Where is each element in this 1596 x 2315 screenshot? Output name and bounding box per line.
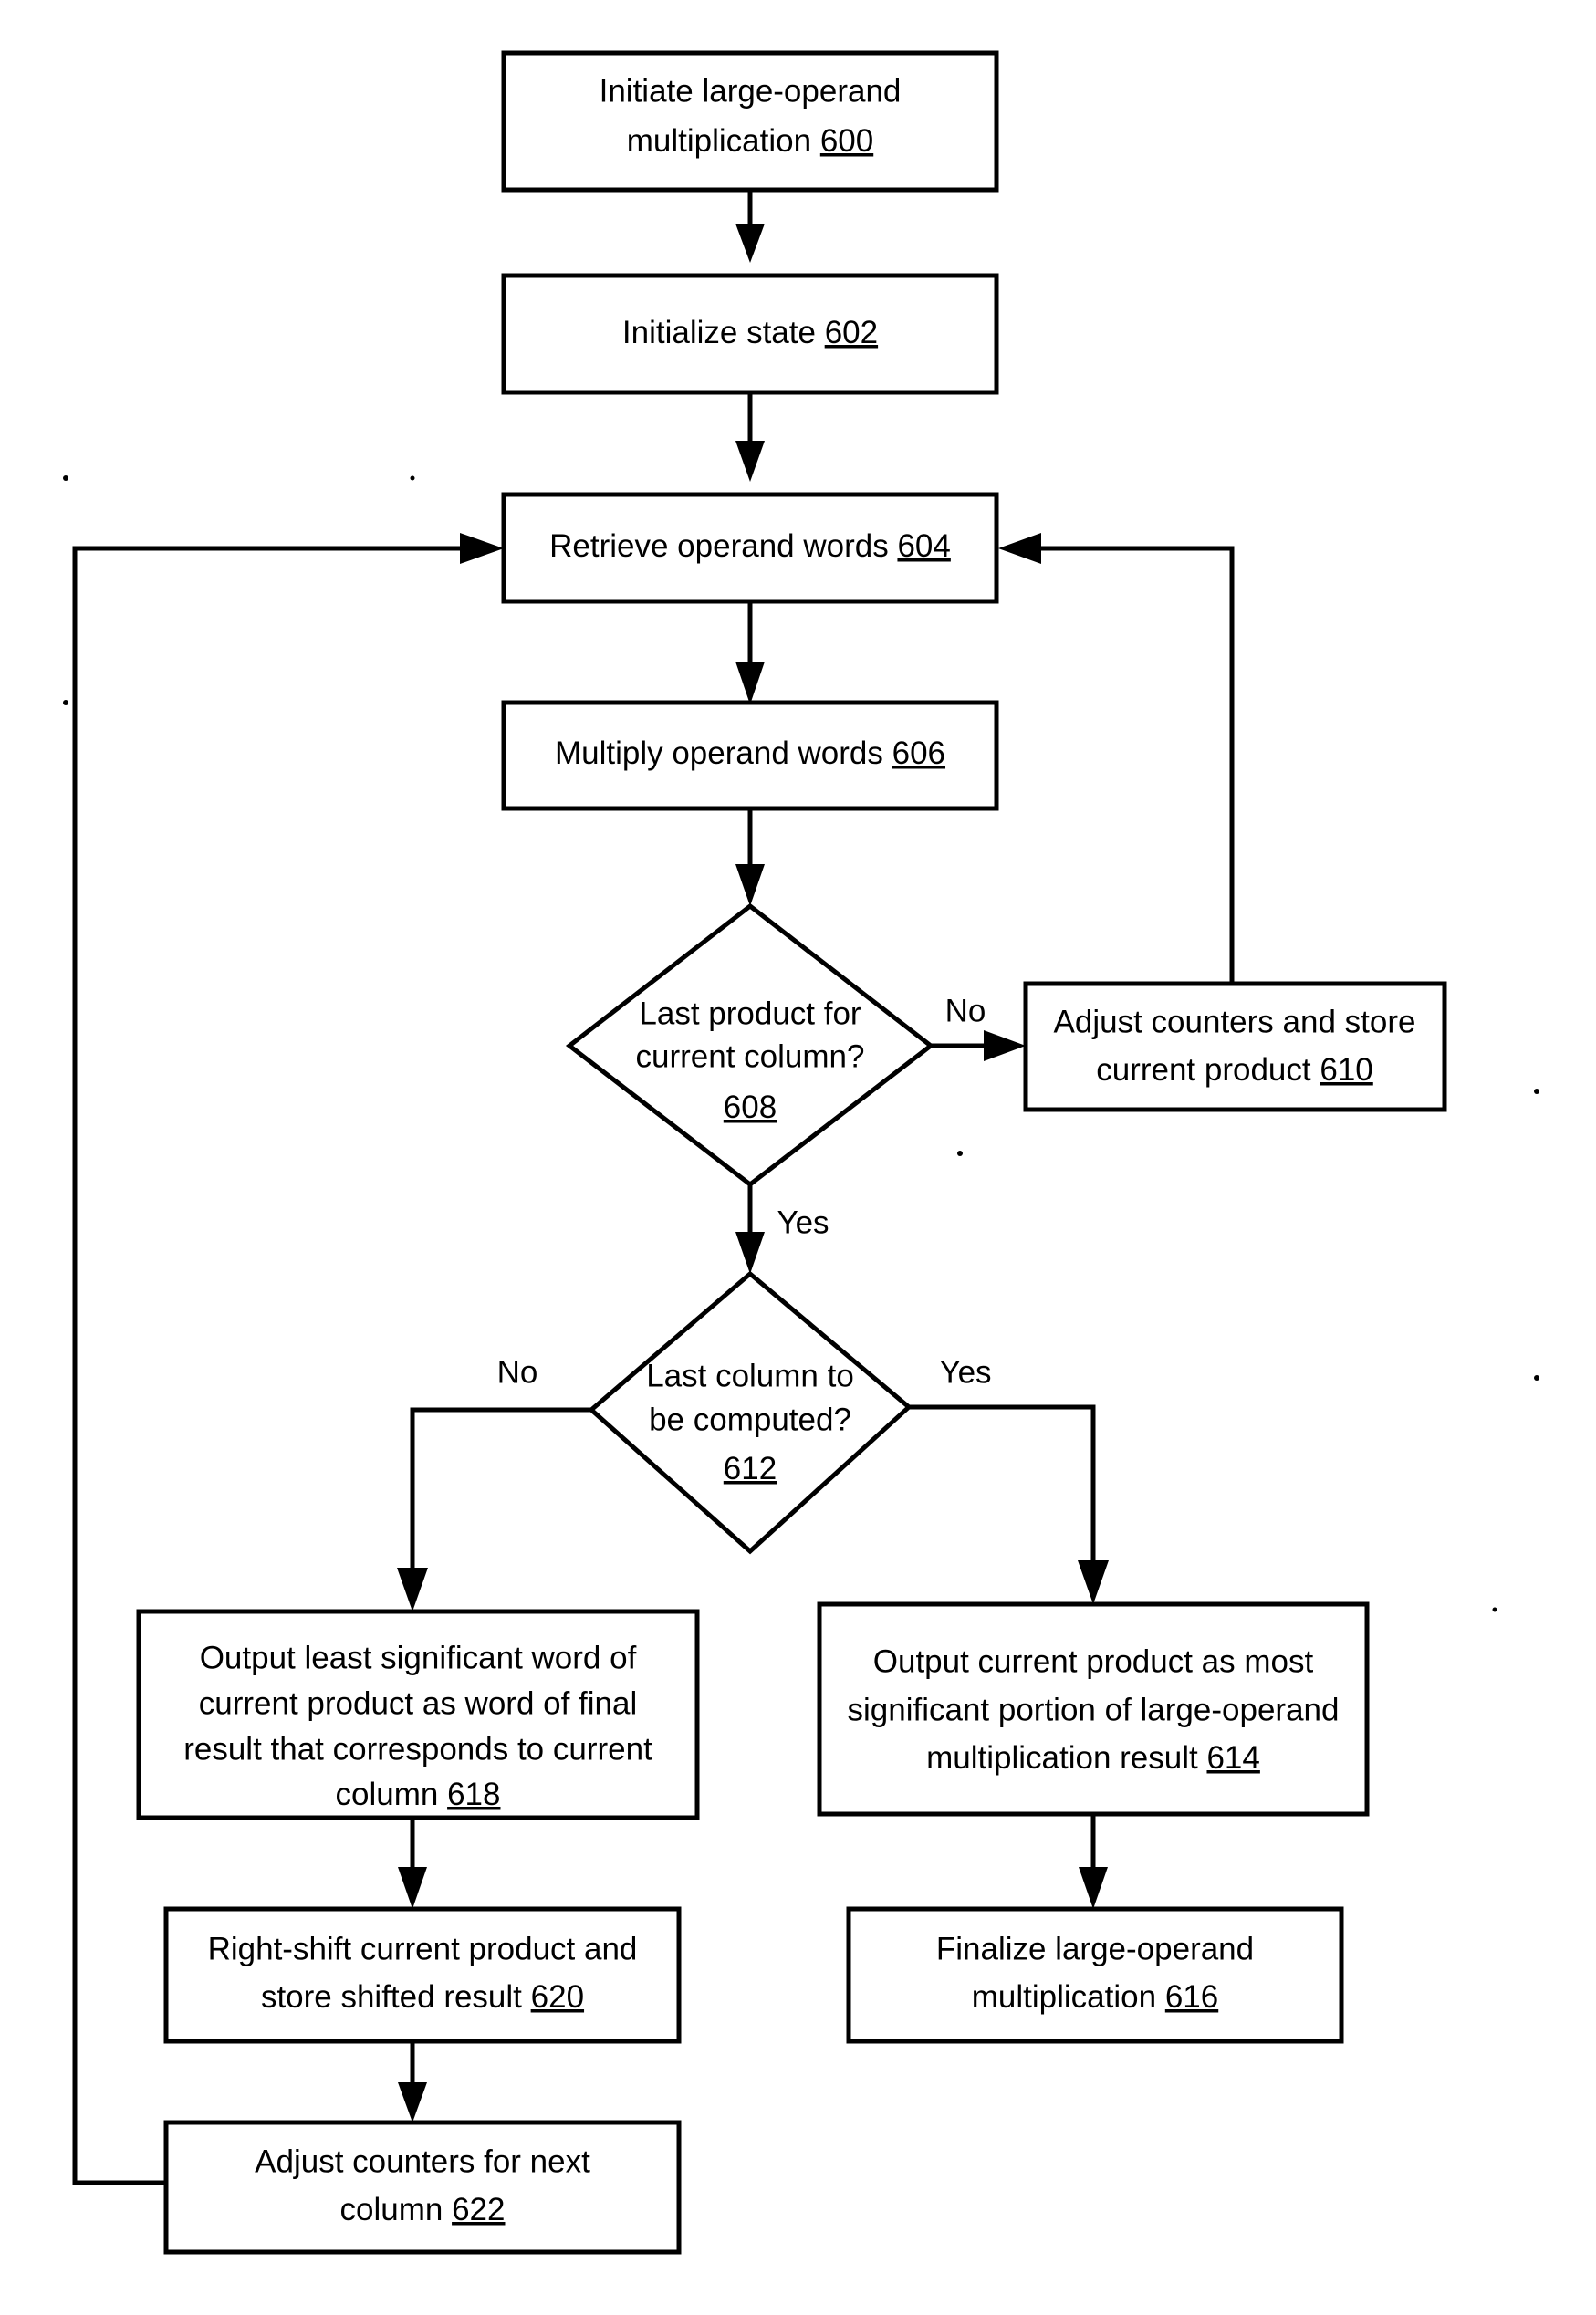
node-620[interactable]: Right-shift current product and store sh…	[163, 1906, 682, 2044]
node-618-line-3: column 618	[336, 1777, 501, 1812]
node-618-line-2: result that corresponds to current	[183, 1731, 652, 1767]
node-614-line-2: multiplication result 614	[926, 1740, 1260, 1776]
node-618-line-1: current product as word of final	[199, 1685, 638, 1721]
node-618-line-0: Output least significant word of	[200, 1640, 637, 1675]
node-622-line-0: Adjust counters for next	[255, 2143, 590, 2179]
node-602-line-0: Initialize state 602	[622, 315, 878, 350]
node-612[interactable]: Last column to be computed? 612	[588, 1270, 913, 1555]
edge-label-608-no: No	[945, 993, 986, 1028]
edge-label-612-no: No	[497, 1354, 538, 1390]
node-610-line-0: Adjust counters and store	[1054, 1004, 1416, 1039]
edge-604-to-606	[735, 601, 765, 704]
node-610-line-1: current product 610	[1096, 1052, 1373, 1088]
node-620-line-0: Right-shift current product and	[208, 1931, 638, 1966]
node-608-ref: 608	[724, 1090, 777, 1125]
edge-608-yes-to-612	[735, 1184, 765, 1274]
edge-label-608-yes: Yes	[777, 1204, 829, 1240]
node-614-line-0: Output current product as most	[873, 1643, 1314, 1679]
node-602[interactable]: Initialize state 602	[501, 273, 999, 395]
node-604[interactable]: Retrieve operand words 604	[501, 492, 999, 604]
node-610[interactable]: Adjust counters and store current produc…	[1023, 981, 1447, 1112]
node-622-line-1: column 622	[340, 2192, 506, 2227]
node-618[interactable]: Output least significant word of current…	[136, 1609, 700, 1820]
node-616-line-0: Finalize large-operand	[936, 1931, 1254, 1966]
node-608-line-0: Last product for	[639, 996, 861, 1031]
node-616[interactable]: Finalize large-operand multiplication 61…	[846, 1906, 1344, 2044]
edge-612-no-to-618	[397, 1407, 591, 1611]
flowchart-svg: 610 --> 612 --> 618 --> 614 -->	[63, 50, 1539, 2255]
node-612-ref: 612	[724, 1451, 777, 1486]
node-622[interactable]: Adjust counters for next column 622	[163, 2120, 682, 2255]
node-608-line-1: current column?	[636, 1038, 865, 1074]
edge-618-to-620	[398, 1818, 427, 1909]
node-600[interactable]: Initiate large-operand multiplication 60…	[501, 50, 999, 193]
edge-608-no-to-610	[931, 1030, 1026, 1061]
node-604-line-0: Retrieve operand words 604	[549, 528, 951, 564]
node-600-line-1: multiplication 600	[627, 123, 873, 159]
node-608[interactable]: Last product for current column? 608	[565, 902, 935, 1188]
edge-606-to-608	[735, 808, 765, 906]
edge-612-yes-to-614	[909, 1404, 1109, 1604]
node-620-line-1: store shifted result 620	[261, 1979, 584, 2015]
edge-614-to-616	[1079, 1814, 1108, 1909]
edge-620-to-622	[398, 2041, 427, 2122]
edge-label-612-yes: Yes	[939, 1354, 991, 1390]
flowchart-page: 610 --> 612 --> 618 --> 614 -->	[0, 0, 1596, 2315]
node-600-line-0: Initiate large-operand	[600, 73, 902, 109]
node-616-line-1: multiplication 616	[972, 1979, 1218, 2015]
node-614[interactable]: Output current product as most significa…	[817, 1601, 1370, 1817]
node-606-line-0: Multiply operand words 606	[555, 735, 945, 771]
edge-602-to-604	[735, 392, 765, 482]
edge-600-to-602	[735, 191, 765, 263]
node-612-line-1: be computed?	[649, 1402, 851, 1437]
node-614-line-1: significant portion of large-operand	[848, 1692, 1340, 1727]
edge-610-to-604-feedback	[998, 533, 1235, 984]
node-606[interactable]: Multiply operand words 606	[501, 700, 999, 811]
node-612-line-0: Last column to	[646, 1358, 854, 1393]
